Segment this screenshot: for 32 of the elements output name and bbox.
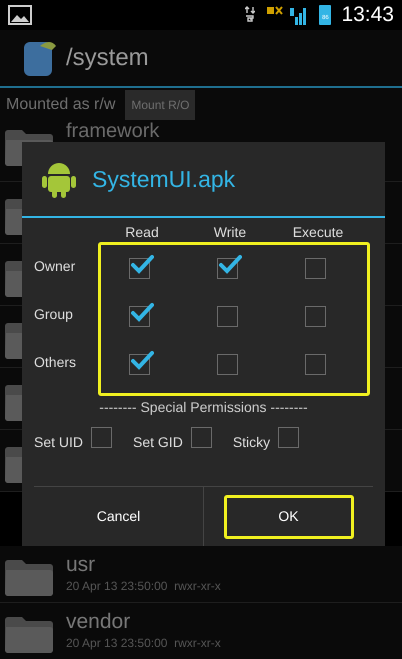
row-label: Others: [33, 352, 78, 372]
column-header: Write: [212, 223, 248, 242]
checkbox[interactable]: [129, 349, 155, 375]
folder-details: 20 Apr 13 23:50:00 rwxr-xr-x: [66, 635, 221, 652]
dialog-button[interactable]: OK: [224, 494, 354, 538]
option-label: Set GID: [133, 432, 183, 452]
option-label: Set UID: [34, 432, 84, 452]
option-label: Sticky: [232, 432, 270, 452]
checkbox[interactable]: [129, 301, 155, 327]
checkmark-icon: [130, 350, 154, 370]
dialog-title: SystemUI.apk: [92, 164, 236, 194]
folder-name: usr: [66, 553, 96, 577]
checkmark-icon: [130, 254, 154, 274]
dialog-button[interactable]: Cancel: [54, 494, 184, 538]
folder-path: /system: [66, 43, 149, 73]
picture-icon: [8, 5, 32, 25]
row-label: Owner: [33, 256, 76, 276]
checkmark-icon: [130, 302, 154, 322]
clock: 13:43: [341, 2, 394, 28]
row-label: Group: [33, 304, 74, 324]
sim-off-icon: [267, 6, 284, 16]
section-heading: -------- Special Permissions --------: [99, 399, 308, 415]
folder-details: 20 Apr 13 23:50:00 rwxr-xr-x: [66, 578, 221, 595]
android-icon: [42, 160, 76, 198]
folder-name: vendor: [66, 610, 132, 634]
checkmark-icon: [218, 254, 242, 274]
folder-name: framework: [66, 122, 160, 140]
checkbox[interactable]: [217, 253, 243, 279]
mount-status: Mounted as r/w: [6, 95, 116, 115]
checkbox[interactable]: [129, 253, 155, 279]
column-header: Read: [124, 223, 160, 242]
column-header: Execute: [292, 223, 344, 242]
